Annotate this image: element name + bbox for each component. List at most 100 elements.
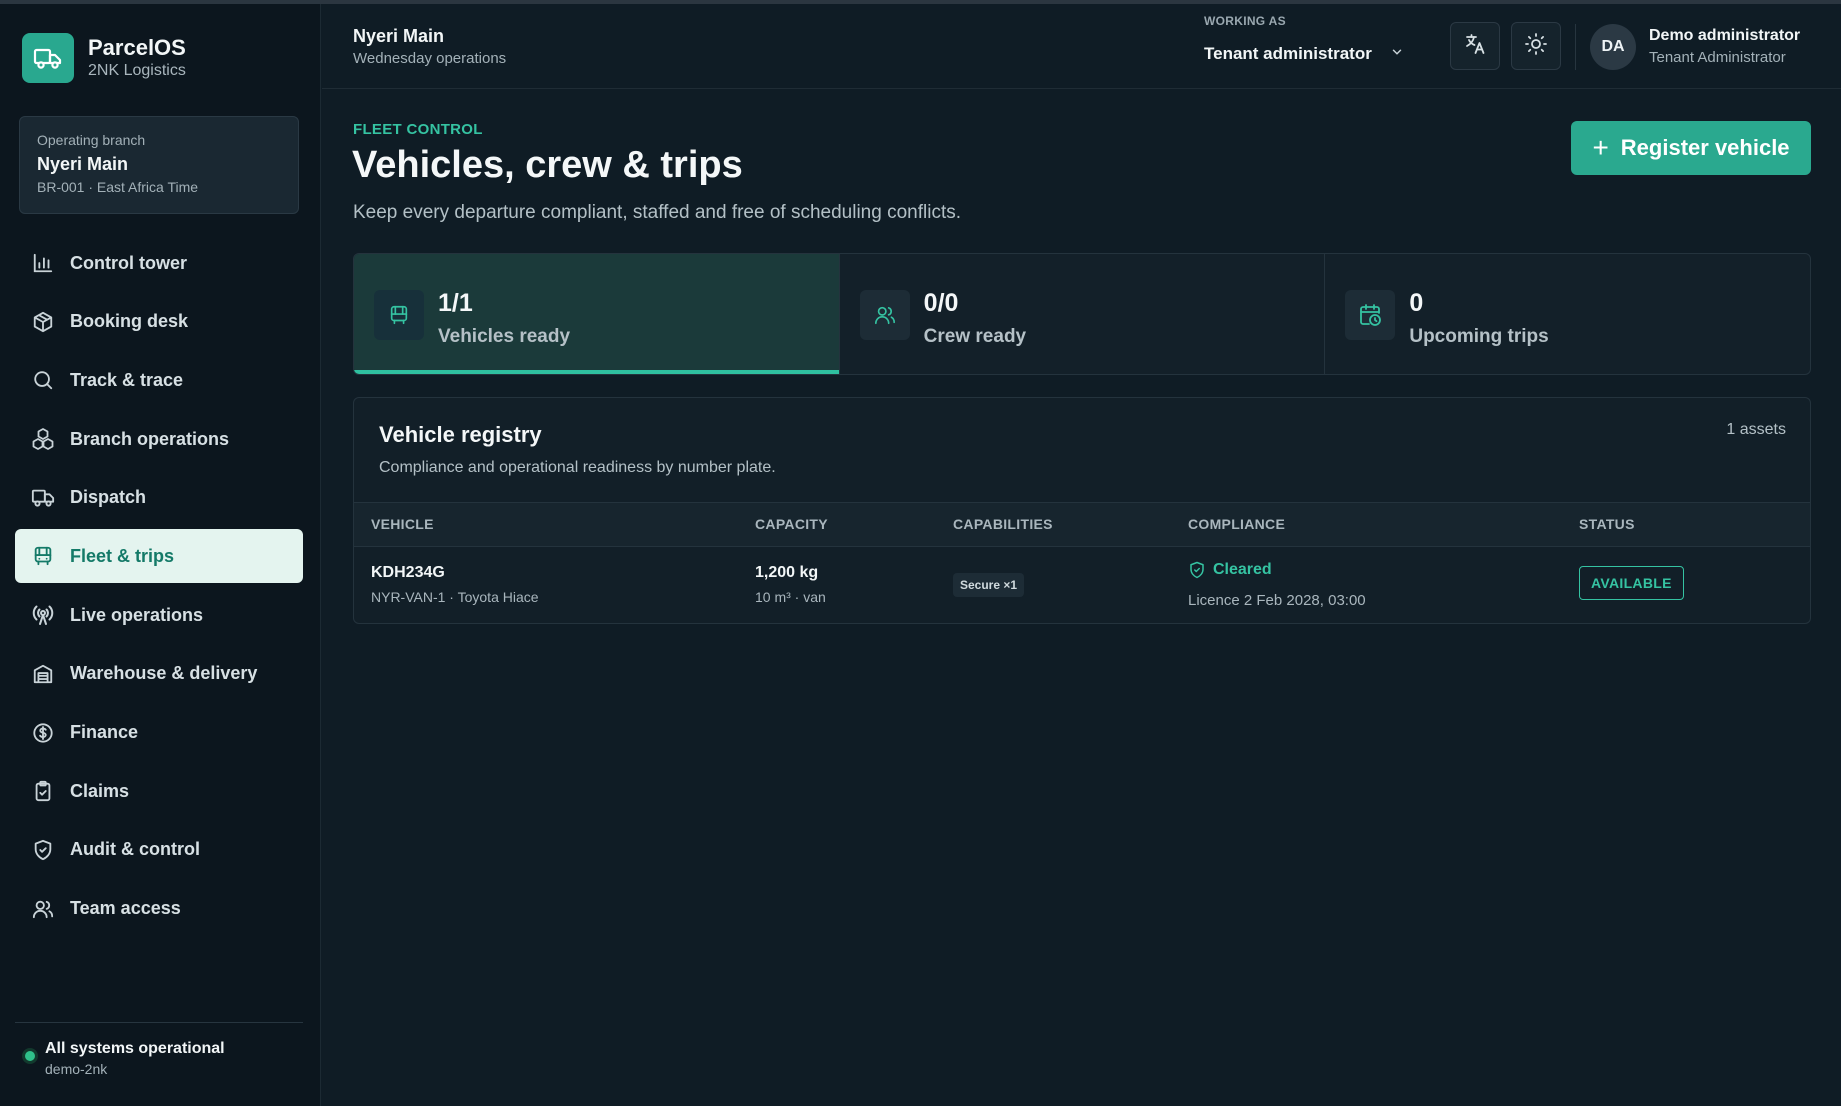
registry-title: Vehicle registry [379, 422, 542, 447]
language-button[interactable] [1450, 22, 1500, 70]
table-header: VEHICLE CAPACITY CAPABILITIES COMPLIANCE… [354, 502, 1810, 547]
users-icon [30, 896, 56, 922]
stat-tab-upcoming-trips[interactable]: 0 Upcoming trips [1325, 254, 1810, 374]
sidebar: ParcelOS 2NK Logistics Operating branch … [0, 4, 321, 1106]
users-icon [859, 290, 910, 340]
stats-tabs: 1/1 Vehicles ready 0/0 Crew ready 0 Upco… [353, 253, 1811, 375]
vehicle-capacity-detail: 10 m³ · van [755, 589, 826, 605]
working-as-select[interactable]: Tenant administrator [1204, 44, 1404, 64]
column-header-compliance[interactable]: COMPLIANCE [1188, 516, 1285, 532]
working-as-value: Tenant administrator [1204, 44, 1372, 63]
sidebar-nav: Control tower Booking desk Track & trace… [15, 236, 303, 940]
table-row[interactable]: KDH234G NYR-VAN-1 · Toyota Hiace 1,200 k… [354, 547, 1810, 623]
page-eyebrow: FLEET CONTROL [353, 121, 483, 138]
stat-label: Vehicles ready [438, 326, 571, 347]
column-header-capacity[interactable]: CAPACITY [755, 516, 828, 532]
page-description: Keep every departure compliant, staffed … [353, 202, 962, 223]
register-vehicle-label: Register vehicle [1620, 135, 1790, 160]
bus-icon [374, 290, 424, 340]
boxes-icon [30, 426, 56, 452]
compliance-label: Cleared [1213, 561, 1272, 578]
tenant-name: 2NK Logistics [88, 62, 186, 79]
sidebar-item-fleet-trips[interactable]: Fleet & trips [15, 529, 303, 584]
register-vehicle-button[interactable]: + Register vehicle [1571, 121, 1811, 175]
translate-icon [1463, 32, 1487, 61]
vehicle-detail: NYR-VAN-1 · Toyota Hiace [371, 589, 539, 605]
sidebar-item-branch-operations[interactable]: Branch operations [15, 412, 303, 466]
search-icon [30, 367, 56, 393]
app-name: ParcelOS [88, 35, 186, 60]
user-name: Demo administrator [1649, 27, 1801, 44]
bus-icon [30, 543, 56, 569]
sidebar-item-team-access[interactable]: Team access [15, 882, 303, 936]
compliance-status: Cleared [1188, 561, 1272, 579]
branch-label: Operating branch [37, 132, 146, 148]
shield-check-icon [1188, 561, 1206, 579]
sidebar-item-track-trace[interactable]: Track & trace [15, 353, 303, 407]
user-role: Tenant Administrator [1649, 49, 1786, 66]
stat-value: 0/0 [923, 289, 959, 317]
system-status-tenant: demo-2nk [45, 1061, 108, 1077]
package-icon [30, 309, 56, 335]
sidebar-item-label: Live operations [70, 604, 204, 625]
sidebar-item-label: Fleet & trips [70, 545, 175, 566]
registry-subtitle: Compliance and operational readiness by … [379, 459, 776, 476]
branch-meta: BR-001 · East Africa Time [37, 179, 199, 195]
sidebar-item-finance[interactable]: Finance [15, 706, 303, 760]
system-status-title: All systems operational [45, 1040, 225, 1057]
column-header-capabilities[interactable]: CAPABILITIES [953, 516, 1053, 532]
stat-tab-crew-ready[interactable]: 0/0 Crew ready [840, 254, 1326, 374]
sidebar-item-label: Branch operations [70, 428, 230, 449]
sidebar-item-label: Finance [70, 722, 139, 742]
header-divider [1575, 24, 1576, 70]
branch-name: Nyeri Main [37, 154, 129, 174]
sidebar-item-booking-desk[interactable]: Booking desk [15, 295, 303, 349]
sidebar-item-label: Claims [70, 780, 130, 801]
stat-tab-vehicles-ready[interactable]: 1/1 Vehicles ready [354, 254, 840, 374]
brand[interactable]: ParcelOS 2NK Logistics [22, 33, 186, 83]
sidebar-item-label: Warehouse & delivery [70, 663, 258, 684]
vehicle-capacity: 1,200 kg [755, 564, 819, 581]
chevron-down-icon [1390, 44, 1404, 64]
avatar[interactable]: DA [1590, 24, 1636, 70]
sidebar-item-label: Team access [70, 898, 181, 919]
sidebar-item-claims[interactable]: Claims [15, 764, 303, 818]
capability-chip: Secure ×1 [953, 573, 1025, 597]
compliance-detail: Licence 2 Feb 2028, 03:00 [1188, 592, 1366, 609]
column-header-status[interactable]: STATUS [1579, 516, 1635, 532]
sidebar-item-warehouse-delivery[interactable]: Warehouse & delivery [15, 647, 303, 701]
plus-icon: + [1592, 132, 1609, 163]
radio-icon [30, 602, 56, 628]
branch-selector[interactable]: Operating branch Nyeri Main BR-001 · Eas… [19, 116, 299, 214]
shield-check-icon [30, 837, 56, 863]
status-indicator-icon [25, 1051, 35, 1061]
sidebar-item-label: Booking desk [70, 311, 189, 332]
column-header-vehicle[interactable]: VEHICLE [371, 516, 434, 532]
sidebar-item-label: Dispatch [70, 487, 147, 508]
warehouse-icon [30, 661, 56, 687]
vehicle-plate: KDH234G [371, 564, 445, 581]
sidebar-item-live-operations[interactable]: Live operations [15, 588, 303, 642]
sidebar-item-label: Track & trace [70, 369, 184, 390]
sun-icon [1524, 32, 1548, 61]
stat-value: 0 [1409, 289, 1424, 317]
registry-asset-count: 1 assets [1726, 421, 1786, 438]
sidebar-item-audit-control[interactable]: Audit & control [15, 823, 303, 877]
truck-icon [30, 485, 56, 511]
stat-label: Crew ready [923, 326, 1027, 347]
header-subtitle: Wednesday operations [353, 50, 507, 67]
calendar-clock-icon [1345, 290, 1396, 340]
header-branch-title: Nyeri Main [353, 26, 445, 46]
working-as-label: WORKING AS [1204, 14, 1286, 28]
clipboard-check-icon [30, 778, 56, 804]
system-status: All systems operational demo-2nk [15, 1022, 303, 1079]
top-header: Nyeri Main Wednesday operations WORKING … [322, 4, 1841, 89]
stat-label: Upcoming trips [1409, 326, 1549, 347]
sidebar-item-dispatch[interactable]: Dispatch [15, 471, 303, 525]
dollar-circle-icon [30, 720, 56, 746]
sidebar-item-control-tower[interactable]: Control tower [15, 236, 303, 290]
page-title: Vehicles, crew & trips [352, 144, 743, 186]
vehicle-registry-card: Vehicle registry Compliance and operatio… [353, 397, 1811, 624]
theme-toggle-button[interactable] [1511, 22, 1561, 70]
truck-logo-icon [22, 33, 74, 83]
